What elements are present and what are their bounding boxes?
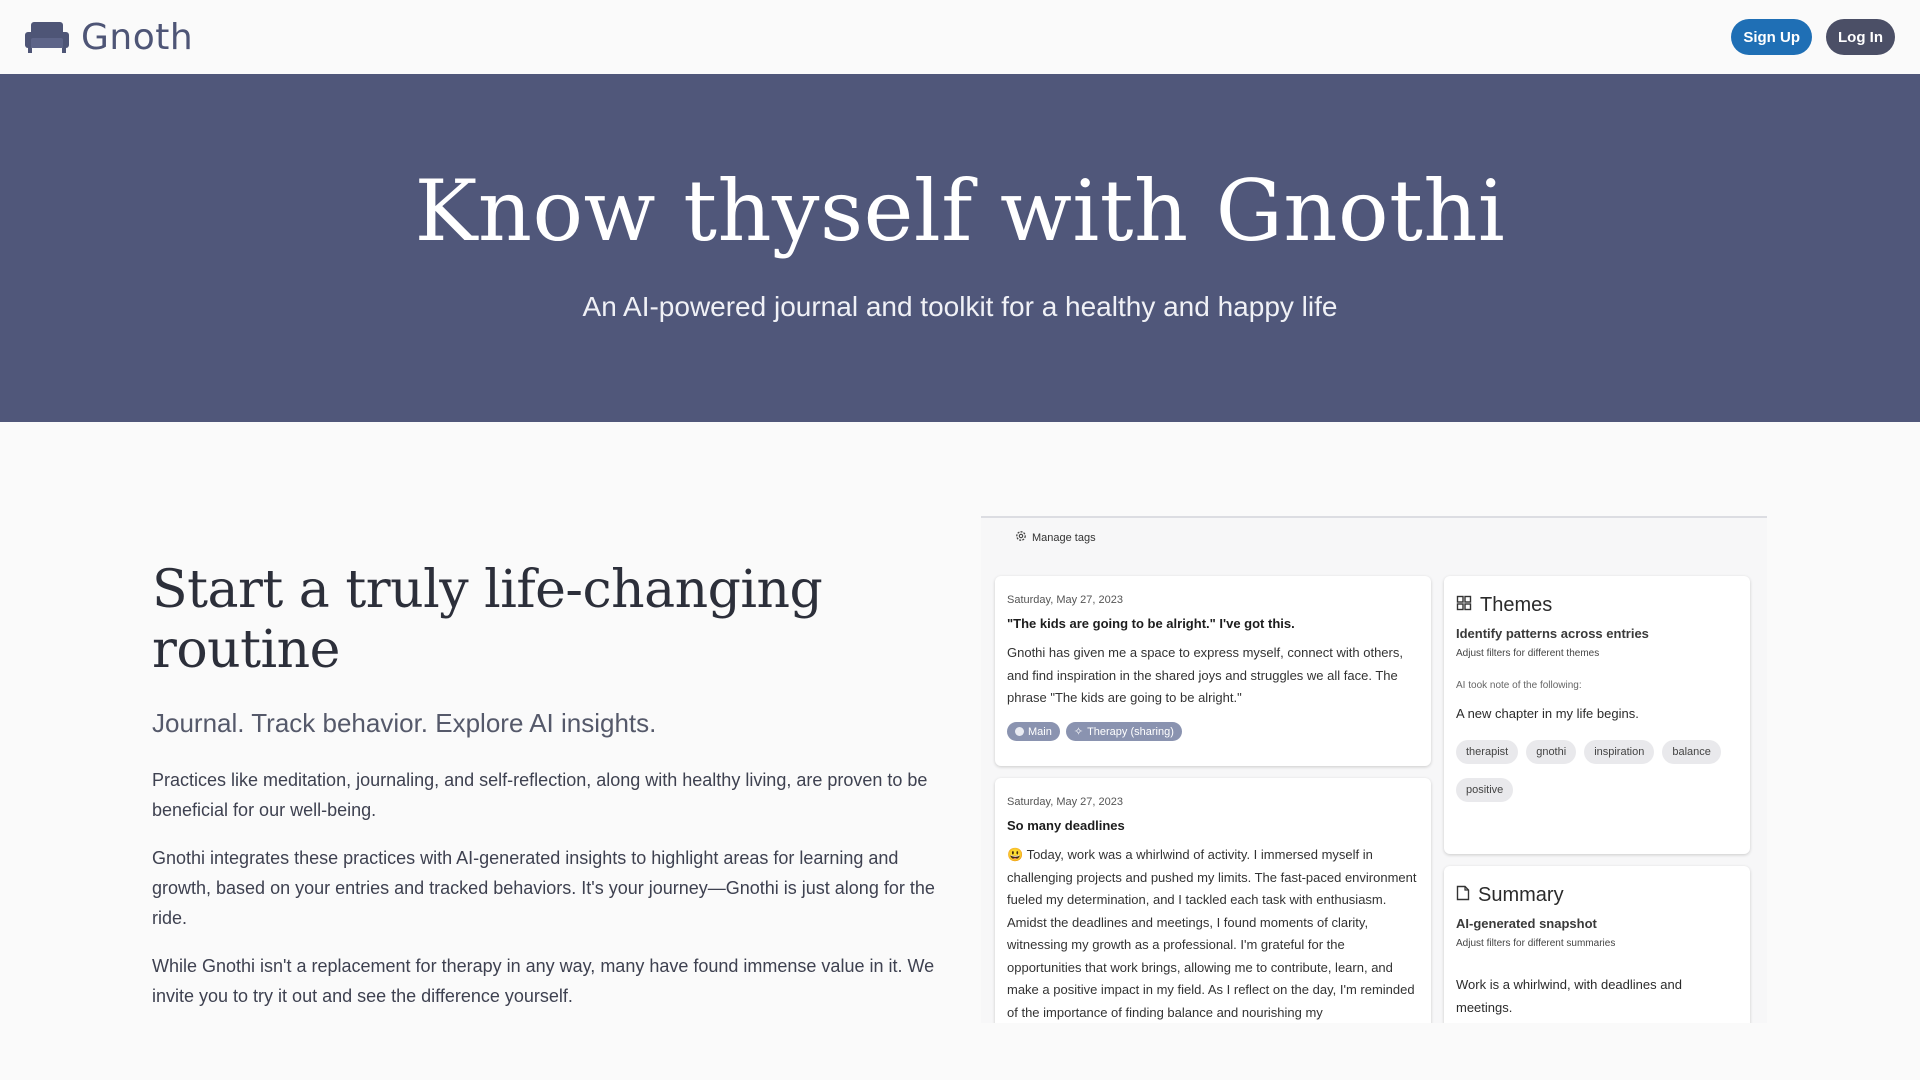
summary-hint: Adjust filters for different summaries [1456,938,1616,949]
summary-card: Summary AI-generated snapshot Adjust fil… [1444,866,1750,1023]
intro-paragraph: Practices like meditation, journaling, a… [152,770,928,820]
document-icon [1456,885,1470,906]
intro-title: Start a truly life-changing routine [152,560,823,680]
hero-banner: Know thyself with Gnothi An AI-powered j… [0,74,1920,422]
intro-tagline: Journal. Track behavior. Explore AI insi… [152,708,657,738]
tag-therapy-sharing[interactable]: ✧ Therapy (sharing) [1065,722,1182,741]
hero-title: Know thyself with Gnothi [414,162,1506,260]
intro-section: Start a truly life-changing routine Jour… [152,560,942,1011]
summary-subtitle: AI-generated snapshot [1456,916,1597,931]
entry-body: 😃 Today, work was a whirlwind of activit… [1007,844,1419,1023]
themes-hint: Adjust filters for different themes [1456,648,1600,659]
entry-body-text: Today, work was a whirlwind of activity.… [1007,847,1417,1020]
couch-icon [25,19,69,55]
tag-label: Main [1028,725,1052,738]
keyword-chip[interactable]: positive [1456,778,1514,802]
hero-subtitle: An AI-powered journal and toolkit for a … [582,291,1338,322]
summary-text: Work is a whirlwind, with deadlines and … [1456,977,1682,1015]
keyword-chip[interactable]: balance [1662,740,1721,764]
sign-up-button[interactable]: Sign Up [1731,19,1812,55]
log-in-button[interactable]: Log In [1826,19,1895,55]
entry-date: Saturday, May 27, 2023 [1007,594,1123,606]
gear-icon [1015,530,1027,545]
entry-title: "The kids are going to be alright." I've… [1007,616,1295,631]
journal-entry-card[interactable]: Saturday, May 27, 2023 "The kids are goi… [995,576,1431,766]
summary-header: Summary [1456,884,1564,907]
intro-paragraph: While Gnothi isn't a replacement for the… [152,956,935,1006]
manage-tags-label: Manage tags [1032,531,1096,544]
entry-title: So many deadlines [1007,818,1125,833]
smiley-emoji-icon: 😃 [1007,847,1024,862]
manage-tags-link[interactable]: Manage tags [1015,530,1096,545]
sparkle-icon: ✧ [1073,726,1084,738]
keyword-chip[interactable]: therapist [1456,740,1519,764]
entry-date: Saturday, May 27, 2023 [1007,796,1123,808]
summary-title: Summary [1478,884,1564,906]
themes-card: Themes Identify patterns across entries … [1444,576,1750,854]
themes-title: Themes [1480,594,1553,616]
tag-label: Therapy (sharing) [1087,725,1174,738]
ai-note: AI took note of the following: [1456,680,1582,691]
grid-icon [1456,595,1472,616]
tag-dot-icon [1015,727,1024,736]
app-preview: Manage tags Saturday, May 27, 2023 "The … [981,516,1767,1023]
brand-link[interactable]: Gnoth [25,17,193,58]
keyword-chip[interactable]: inspiration [1584,740,1655,764]
entry-tags: Main ✧ Therapy (sharing) [1007,722,1182,741]
journal-entry-card[interactable]: Saturday, May 27, 2023 So many deadlines… [995,778,1431,1023]
auth-buttons: Sign Up Log In [1731,19,1895,55]
tag-main[interactable]: Main [1007,722,1060,741]
keyword-chip[interactable]: gnothi [1526,740,1577,764]
themes-header: Themes [1456,594,1552,617]
intro-paragraph: Gnothi integrates these practices with A… [152,848,935,928]
theme-keywords: therapist gnothi inspiration balance pos… [1456,740,1740,802]
entry-body: Gnothi has given me a space to express m… [1007,645,1403,705]
themes-subtitle: Identify patterns across entries [1456,626,1649,641]
top-navbar: Gnoth Sign Up Log In [0,0,1920,74]
theme-summary: A new chapter in my life begins. [1456,706,1639,721]
brand-name: Gnoth [81,16,194,58]
